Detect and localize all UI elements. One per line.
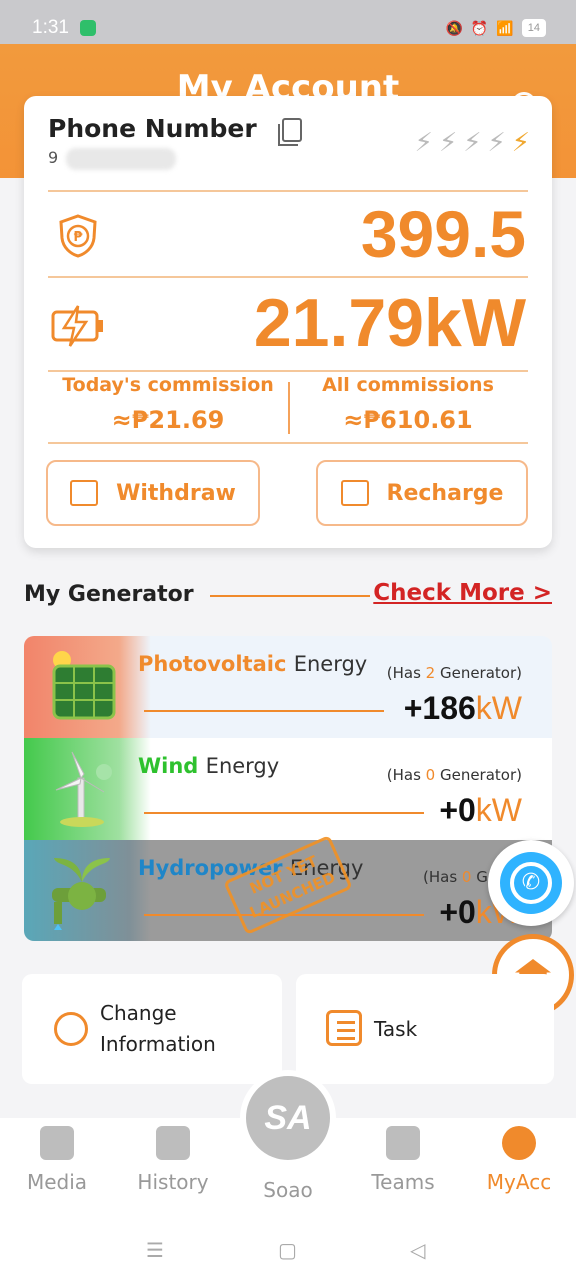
nav-item-myacc[interactable]: MyAcc (464, 1126, 574, 1194)
today-commission-label: Today's commission (62, 374, 274, 396)
app-notification-icon (80, 20, 96, 36)
account-card: Phone Number 9 ⚡ ⚡ ⚡ ⚡ ⚡ ₱ 399.5 21.79kW… (24, 96, 552, 548)
today-commission: Today's commission ≈₱21.69 (48, 374, 288, 434)
generator-type: Photovoltaic (138, 652, 287, 676)
solar-panel-icon (52, 651, 116, 720)
phone-number: 9 (48, 148, 59, 167)
generator-type-suffix: Energy (205, 754, 280, 778)
generator-line (144, 812, 424, 814)
status-bar: 1:31 🔕 ⏰ 📶 14 (0, 0, 576, 44)
bolt-icon: ⚡ (463, 128, 482, 158)
generator-type-suffix: Energy (293, 652, 368, 676)
today-commission-value: ≈₱21.69 (111, 406, 225, 434)
divider (48, 442, 528, 444)
phone-number-mask (66, 148, 176, 170)
level-indicator: ⚡ ⚡ ⚡ ⚡ ⚡ (415, 128, 530, 158)
generator-power-value: +0 (439, 894, 476, 930)
status-icons: 🔕 ⏰ 📶 14 (445, 19, 546, 37)
generator-count: (Has 2 Generator) (387, 664, 522, 682)
phone-icon: ✆ (510, 862, 552, 904)
all-commissions-label: All commissions (322, 374, 494, 396)
battery-bolt-icon (51, 305, 103, 347)
bolt-icon: ⚡ (438, 128, 458, 158)
nav-item-teams[interactable]: Teams (348, 1126, 458, 1194)
withdraw-button[interactable]: Withdraw (46, 460, 260, 526)
hydropower-icon (52, 858, 110, 930)
generator-power-unit: kW (475, 690, 522, 726)
nav-label: Teams (371, 1170, 435, 1194)
generator-power-value: +0 (439, 792, 476, 828)
generator-count-prefix: (Has (386, 766, 426, 784)
nav-item-history[interactable]: History (118, 1126, 228, 1194)
power-value: 21.79kW (253, 285, 526, 361)
generator-title: My Generator (24, 582, 194, 607)
bolt-icon-active: ⚡ (511, 128, 530, 158)
generator-count-number: 2 (425, 664, 436, 682)
recharge-button[interactable]: Recharge (316, 460, 528, 526)
recharge-label: Recharge (386, 480, 504, 506)
generator-title-line (210, 595, 370, 597)
generator-power: +186kW (404, 690, 522, 727)
balance-value: 399.5 (360, 197, 526, 271)
task-label: Task (374, 1017, 418, 1041)
system-nav-bar: ☰ ▢ ◁ (0, 1220, 576, 1280)
status-time: 1:31 (32, 17, 69, 38)
divider (48, 276, 528, 278)
task-list-icon (326, 1010, 362, 1046)
check-more-link[interactable]: Check More > (373, 580, 552, 606)
wallet-icon (340, 480, 369, 506)
nav-center-label[interactable]: Soao (238, 1178, 338, 1202)
alarm-icon: ⏰ (470, 19, 489, 36)
menu-icon[interactable]: ☰ (146, 1238, 164, 1262)
generator-power: +0kW (439, 792, 522, 829)
media-icon (40, 1126, 74, 1160)
change-information-tile[interactable]: Change Information (22, 974, 282, 1084)
nav-label: MyAcc (486, 1170, 552, 1194)
generator-count-prefix: (Has (386, 664, 426, 682)
bolt-icon: ⚡ (487, 128, 506, 158)
generator-count-suffix: Generator) (435, 766, 522, 784)
generator-count-suffix: Generator) (435, 664, 522, 682)
divider (48, 190, 528, 192)
generator-count-number: 0 (425, 766, 436, 784)
bolt-icon: ⚡ (414, 128, 433, 158)
withdraw-label: Withdraw (116, 480, 236, 506)
wifi-icon: 📶 (496, 19, 514, 36)
battery-icon: 14 (521, 19, 546, 37)
team-icon (386, 1126, 420, 1160)
svg-text:₱: ₱ (73, 230, 83, 245)
generator-type: Wind (138, 754, 199, 778)
nav-label: Media (26, 1170, 88, 1194)
task-tile[interactable]: Task (296, 974, 554, 1084)
generator-power-value: +186 (403, 690, 476, 726)
monitor-chart-icon (70, 480, 99, 506)
mute-icon: 🔕 (445, 19, 463, 36)
center-logo-button[interactable]: SA (240, 1070, 336, 1166)
generator-row-wind[interactable]: Wind Energy (Has 0 Generator) +0kW (24, 738, 552, 840)
all-commissions: All commissions ≈₱610.61 (288, 374, 528, 434)
nav-item-media[interactable]: Media (2, 1126, 112, 1194)
clipboard-check-icon (156, 1126, 190, 1160)
generator-name: Wind Energy (138, 754, 279, 778)
whatsapp-button[interactable]: ✆ (488, 840, 574, 926)
copy-icon[interactable] (278, 118, 302, 146)
generator-count: (Has 0 Generator) (387, 766, 522, 784)
all-commissions-value: ≈₱610.61 (343, 406, 473, 434)
edit-user-icon (54, 1012, 88, 1046)
change-information-label: Change Information (100, 1001, 216, 1056)
generator-count-prefix: (Has (423, 868, 462, 886)
generator-row-photovoltaic[interactable]: Photovoltaic Energy (Has 2 Generator) +1… (24, 636, 552, 738)
home-square-icon[interactable]: ▢ (278, 1238, 297, 1262)
user-icon (502, 1126, 536, 1160)
divider (48, 370, 528, 372)
back-icon[interactable]: ◁ (410, 1238, 425, 1262)
generator-line (144, 710, 384, 712)
peso-shield-icon: ₱ (59, 214, 97, 258)
phone-label: Phone Number (48, 114, 257, 143)
generator-power-unit: kW (475, 792, 522, 828)
wind-turbine-icon (55, 751, 112, 827)
nav-label: History (137, 1170, 209, 1194)
generator-name: Photovoltaic Energy (138, 652, 367, 676)
